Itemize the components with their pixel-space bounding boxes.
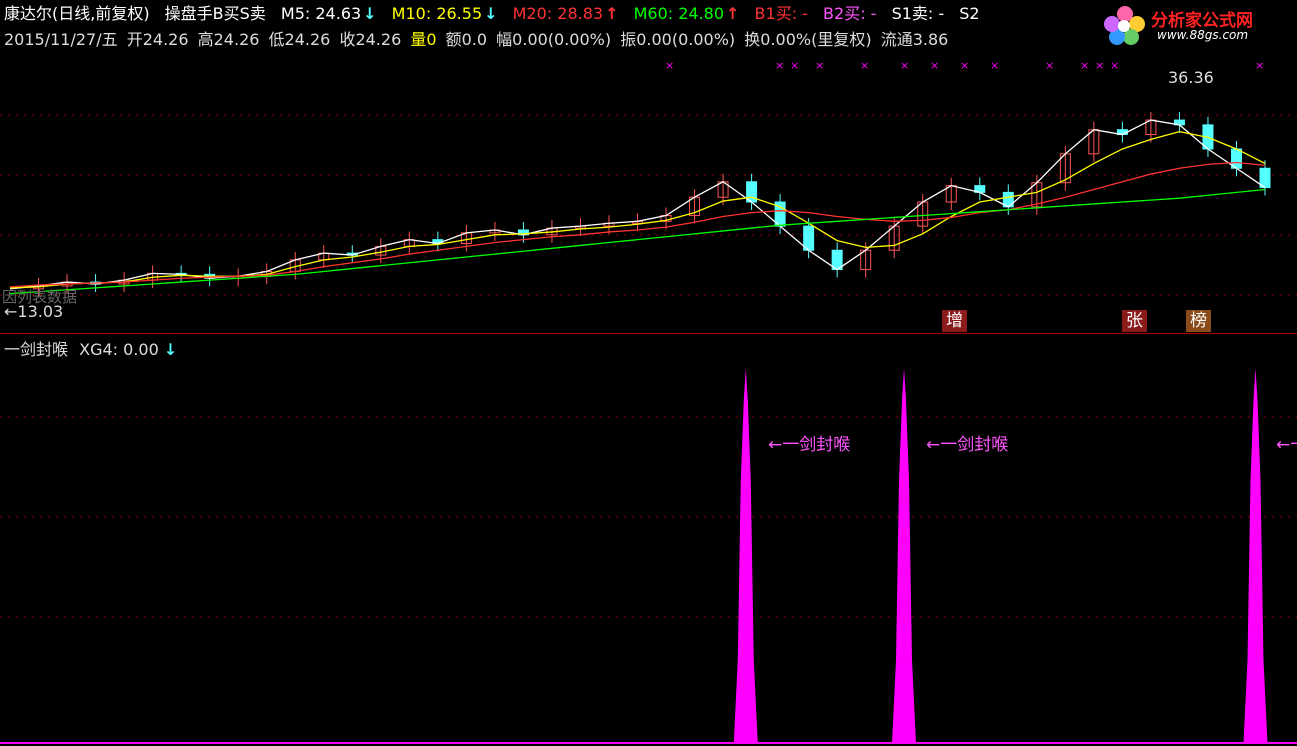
m60-value: M60: 24.80 ↑ — [633, 4, 740, 23]
flower-logo-icon — [1104, 6, 1145, 45]
signal-x-mark: × — [775, 59, 784, 72]
badge-zeng: 增 — [942, 310, 967, 332]
b1-signal: B1买: - — [754, 4, 808, 23]
watermark-text: 因列表数据 — [2, 288, 77, 306]
moving-average-lines — [9, 119, 1266, 295]
quote-high: 高24.26 — [197, 30, 260, 49]
indicator-header: 一剑封喉 XG4: 0.00 ↓ — [4, 340, 177, 360]
up-arrow-icon: ↑ — [726, 4, 740, 23]
indicator-value: XG4: 0.00 — [79, 340, 159, 359]
m5-value: M5: 24.63 ↓ — [280, 4, 377, 23]
down-arrow-icon: ↓ — [484, 4, 498, 23]
signal-x-mark: × — [1110, 59, 1119, 72]
formula-name[interactable]: 操盘手B买S卖 — [165, 4, 266, 23]
indicator-grid — [0, 416, 1297, 618]
s1-signal: S1卖: - — [891, 4, 945, 23]
ma-line-m10 — [9, 130, 1266, 289]
signal-x-mark: × — [790, 59, 799, 72]
quote-volume: 量0 — [410, 30, 437, 49]
badge-zhang: 张 — [1122, 310, 1147, 332]
signal-x-mark: × — [900, 59, 909, 72]
logo-url: www.88gs.com — [1157, 28, 1249, 42]
quote-open: 开24.26 — [126, 30, 189, 49]
quote-amount: 额0.0 — [445, 30, 488, 49]
m10-value: M10: 26.55 ↓ — [391, 4, 498, 23]
signal-spike — [1243, 368, 1268, 743]
signal-x-mark: × — [815, 59, 824, 72]
signal-x-mark: × — [1045, 59, 1054, 72]
ma-line-m5 — [9, 119, 1266, 290]
signal-spike — [733, 368, 758, 743]
signal-x-mark: × — [960, 59, 969, 72]
down-arrow-icon: ↓ — [363, 4, 377, 23]
signal-spikes — [733, 368, 1268, 743]
high-price-label: 36.36 — [1168, 68, 1214, 87]
annotation-3: ←一剑封喉 — [1276, 435, 1297, 455]
quote-low: 低24.26 — [268, 30, 331, 49]
m20-value: M20: 28.83 ↑ — [512, 4, 619, 23]
signal-x-mark: × — [860, 59, 869, 72]
signal-spike — [892, 368, 917, 743]
grid-lines — [0, 114, 1297, 296]
quote-date: 2015/11/27/五 — [4, 30, 118, 49]
chart-header: 康达尔(日线,前复权) 操盘手B买S卖 M5: 24.63 ↓ M10: 26.5… — [4, 4, 990, 24]
pane-divider[interactable] — [0, 333, 1297, 334]
up-arrow-icon: ↑ — [605, 4, 619, 23]
down-arrow-icon: ↓ — [163, 340, 178, 359]
annotation-1: ←一剑封喉 — [768, 435, 850, 455]
stock-title[interactable]: 康达尔(日线,前复权) — [4, 4, 150, 23]
quote-close: 收24.26 — [339, 30, 402, 49]
indicator-chart[interactable]: ←一剑封喉 ←一剑封喉 ←一剑封喉 — [0, 360, 1297, 746]
s2-signal: S2 — [959, 4, 980, 23]
price-chart[interactable]: × × × × × × × × × × × × × × 36.36 ←13.03 因列表数据 — [0, 55, 1297, 333]
signal-x-mark: × — [930, 59, 939, 72]
signal-x-mark: × — [665, 59, 674, 72]
quote-turnover: 换0.00%(里复权) — [744, 30, 872, 49]
signal-x-mark: × — [1080, 59, 1089, 72]
badge-bang: 榜 — [1186, 310, 1211, 332]
signal-x-mark: × — [1255, 59, 1264, 72]
signal-x-mark: × — [1095, 59, 1104, 72]
annotation-2: ←一剑封喉 — [926, 435, 1008, 455]
b2-signal: B2买: - — [823, 4, 877, 23]
site-logo: 分析家公式网 www.88gs.com — [1101, 4, 1291, 46]
quote-amplitude: 振0.00(0.00%) — [620, 30, 736, 49]
quote-range: 幅0.00(0.00%) — [496, 30, 612, 49]
quote-float: 流通3.86 — [880, 30, 949, 49]
signal-x-mark: × — [990, 59, 999, 72]
quote-info: 2015/11/27/五 开24.26 高24.26 低24.26 收24.26… — [4, 30, 952, 50]
indicator-name[interactable]: 一剑封喉 — [4, 340, 68, 359]
